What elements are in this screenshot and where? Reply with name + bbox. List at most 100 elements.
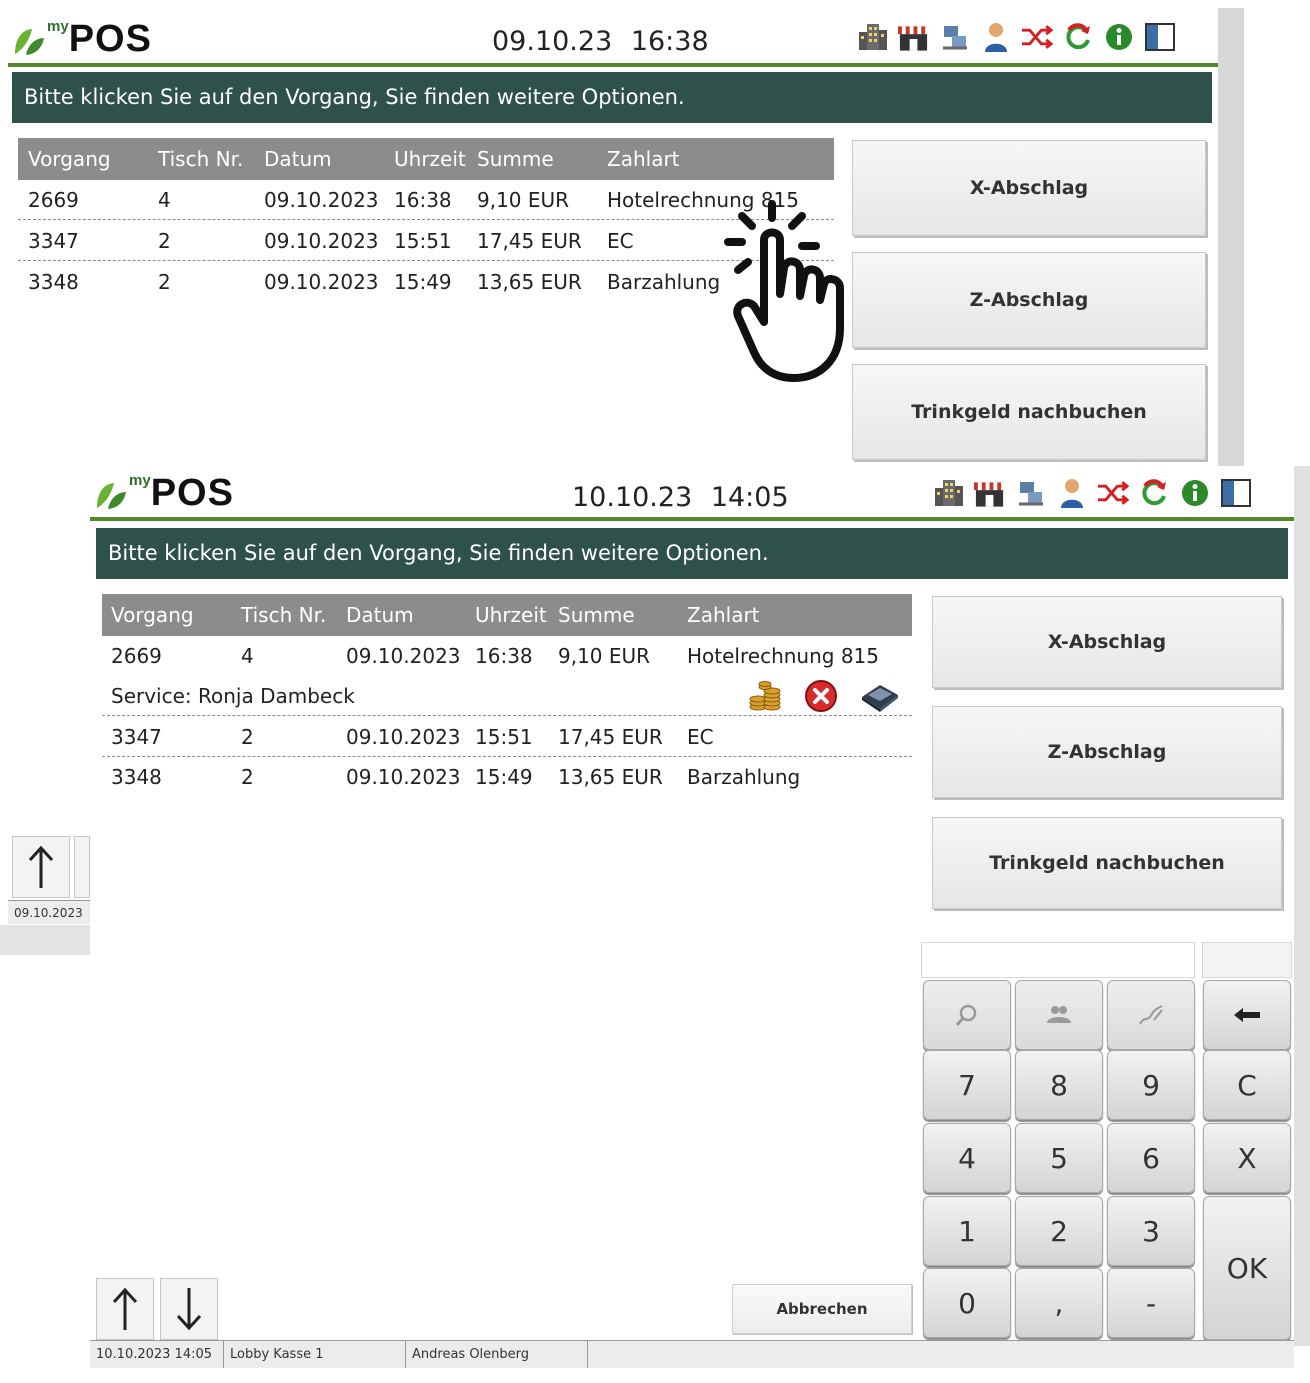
status-datetime: 10.10.2023 14:05 xyxy=(90,1341,224,1368)
logo-pos-text: POS xyxy=(68,18,152,60)
arrow-up-icon xyxy=(112,1287,138,1330)
cell-zahlart: EC xyxy=(607,229,634,253)
scroll-down-button[interactable] xyxy=(160,1278,218,1340)
col-datum: Datum xyxy=(264,147,332,171)
col-vorgang: Vorgang xyxy=(111,603,194,627)
shuffle-icon[interactable] xyxy=(1096,476,1129,509)
table-header: Vorgang Tisch Nr. Datum Uhrzeit Summe Za… xyxy=(18,138,834,180)
col-zahlart: Zahlart xyxy=(687,603,760,627)
refresh-icon[interactable] xyxy=(1137,476,1170,509)
abbrechen-button[interactable]: Abbrechen xyxy=(732,1284,912,1334)
status-bar: 10.10.2023 14:05 Lobby Kasse 1 Andreas O… xyxy=(90,1340,1294,1368)
cell-vorgang: 3347 xyxy=(111,725,162,749)
key-7[interactable]: 7 xyxy=(923,1050,1011,1120)
user-icon[interactable] xyxy=(979,20,1012,53)
key-5[interactable]: 5 xyxy=(1015,1123,1103,1193)
shop-icon[interactable] xyxy=(973,476,1006,509)
trinkgeld-button[interactable]: Trinkgeld nachbuchen xyxy=(852,364,1206,460)
sign-icon xyxy=(1139,1005,1163,1025)
network-icon[interactable] xyxy=(938,20,971,53)
customer-key[interactable] xyxy=(1015,980,1103,1050)
table-row[interactable]: 3348 2 09.10.2023 15:49 13,65 EUR Barzah… xyxy=(18,262,834,302)
shuffle-icon[interactable] xyxy=(1020,20,1053,53)
trinkgeld-button[interactable]: Trinkgeld nachbuchen xyxy=(932,817,1282,909)
z-abschlag-button[interactable]: Z-Abschlag xyxy=(852,252,1206,348)
backspace-key[interactable] xyxy=(1203,980,1291,1050)
table-row[interactable]: 3348 2 09.10.2023 15:49 13,65 EUR Barzah… xyxy=(102,757,912,797)
scroll-up-button[interactable] xyxy=(12,836,70,898)
scroll-up-button[interactable] xyxy=(96,1278,154,1340)
secondary-input[interactable] xyxy=(1202,942,1292,978)
shop-icon[interactable] xyxy=(897,20,930,53)
key-9[interactable]: 9 xyxy=(1107,1050,1195,1120)
front-window-shadow xyxy=(1294,466,1310,1346)
building-icon[interactable] xyxy=(932,476,965,509)
key-1[interactable]: 1 xyxy=(923,1196,1011,1266)
layout-icon[interactable] xyxy=(1143,20,1176,53)
cell-zahlart: Barzahlung xyxy=(687,765,801,789)
network-icon[interactable] xyxy=(1014,476,1047,509)
cell-zahlart: EC xyxy=(687,725,714,749)
cell-vorgang: 2669 xyxy=(28,188,79,212)
cell-summe: 17,45 EUR xyxy=(558,725,663,749)
sign-key[interactable] xyxy=(1107,980,1195,1050)
scroll-down-button-partial[interactable] xyxy=(74,836,90,898)
cell-datum: 09.10.2023 xyxy=(346,644,461,668)
table-row-selected[interactable]: 2669 4 09.10.2023 16:38 9,10 EUR Hotelre… xyxy=(102,636,912,676)
key-3[interactable]: 3 xyxy=(1107,1196,1195,1266)
cell-vorgang: 3348 xyxy=(28,270,79,294)
x-abschlag-button[interactable]: X-Abschlag xyxy=(852,140,1206,236)
building-icon[interactable] xyxy=(856,20,889,53)
key-0[interactable]: 0 xyxy=(923,1268,1011,1338)
status-station: Lobby Kasse 1 xyxy=(224,1341,406,1368)
arrow-down-icon xyxy=(176,1288,202,1331)
cell-vorgang: 2669 xyxy=(111,644,162,668)
key-6[interactable]: 6 xyxy=(1107,1123,1195,1193)
key-c[interactable]: C xyxy=(1203,1050,1291,1120)
header-icon-bar xyxy=(856,20,1176,53)
status-empty xyxy=(588,1341,1294,1368)
col-tisch: Tisch Nr. xyxy=(158,147,244,171)
cell-tisch: 4 xyxy=(158,188,171,212)
table-row[interactable]: 3347 2 09.10.2023 15:51 17,45 EUR EC xyxy=(18,221,834,261)
info-icon[interactable] xyxy=(1102,20,1135,53)
cell-summe: 9,10 EUR xyxy=(558,644,651,668)
leaf-logo-icon xyxy=(97,483,126,509)
cell-tisch: 2 xyxy=(158,270,171,294)
key-8[interactable]: 8 xyxy=(1015,1050,1103,1120)
instruction-banner: Bitte klicken Sie auf den Vorgang, Sie f… xyxy=(96,528,1288,579)
back-window-shadow-bottom xyxy=(0,925,92,955)
x-abschlag-button[interactable]: X-Abschlag xyxy=(932,596,1282,688)
table-row[interactable]: 2669 4 09.10.2023 16:38 9,10 EUR Hotelre… xyxy=(18,180,834,220)
clock: 10.10.23 14:05 xyxy=(572,482,789,513)
key-2[interactable]: 2 xyxy=(1015,1196,1103,1266)
cell-uhrzeit: 15:49 xyxy=(475,765,533,789)
cell-uhrzeit: 16:38 xyxy=(475,644,533,668)
search-key[interactable] xyxy=(923,980,1011,1050)
amount-input[interactable] xyxy=(921,942,1195,978)
header-bar: my POS 09.10.23 16:38 xyxy=(8,12,1218,67)
backspace-icon xyxy=(1234,1008,1260,1022)
screenshot-stage: my POS 09.10.23 16:38 Bitte klicken Sie … xyxy=(0,0,1310,1383)
cell-datum: 09.10.2023 xyxy=(346,765,461,789)
layout-icon[interactable] xyxy=(1219,476,1252,509)
status-date: 09.10.2023 xyxy=(8,901,92,924)
table-header: Vorgang Tisch Nr. Datum Uhrzeit Summe Za… xyxy=(102,594,912,636)
cell-summe: 9,10 EUR xyxy=(477,188,570,212)
logo-pos-text: POS xyxy=(150,472,234,514)
table-row[interactable]: 3347 2 09.10.2023 15:51 17,45 EUR EC xyxy=(102,717,912,757)
key-4[interactable]: 4 xyxy=(923,1123,1011,1193)
info-icon[interactable] xyxy=(1178,476,1211,509)
key-minus[interactable]: - xyxy=(1107,1268,1195,1338)
search-icon xyxy=(955,1004,977,1026)
col-zahlart: Zahlart xyxy=(607,147,680,171)
ok-key[interactable]: OK xyxy=(1203,1196,1291,1340)
user-icon[interactable] xyxy=(1055,476,1088,509)
key-x[interactable]: X xyxy=(1203,1123,1291,1193)
back-window-shadow xyxy=(1218,8,1244,478)
refresh-icon[interactable] xyxy=(1061,20,1094,53)
customer-icon xyxy=(1047,1006,1071,1023)
cell-tisch: 2 xyxy=(241,765,254,789)
z-abschlag-button[interactable]: Z-Abschlag xyxy=(932,706,1282,798)
key-comma[interactable]: , xyxy=(1015,1268,1103,1338)
